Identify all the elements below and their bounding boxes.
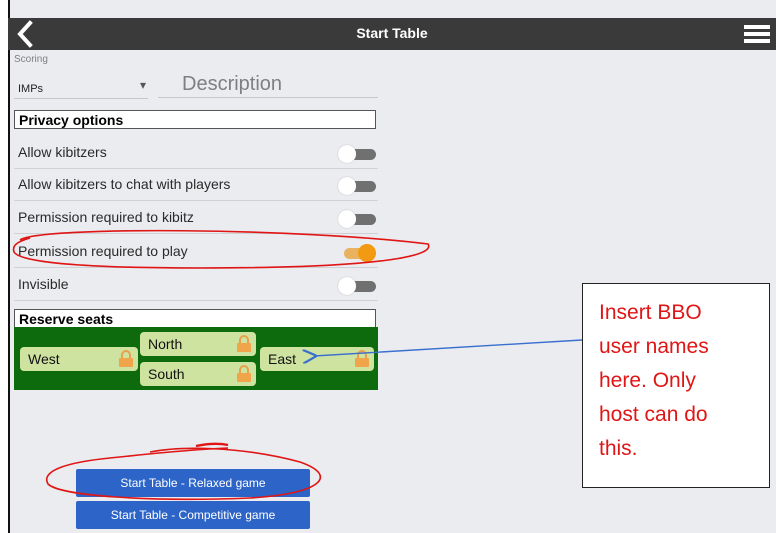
privacy-row-invisible: Invisible [14,270,378,301]
scoring-value: IMPs [18,83,44,95]
seat-east[interactable]: East [260,347,374,371]
callout-line: this. [599,437,638,460]
seat-name: North [148,336,183,352]
seat-south[interactable]: South [140,362,256,386]
callout-line: host can do [599,403,708,426]
start-relaxed-button[interactable]: Start Table - Relaxed game [76,469,310,497]
scoring-select[interactable]: IMPs ▾ [14,72,148,99]
start-competitive-button[interactable]: Start Table - Competitive game [76,501,310,529]
callout-line: user names [599,335,709,358]
lock-icon [119,350,133,367]
privacy-row-allow-kibitzers: Allow kibitzers [14,138,378,169]
invisible-toggle[interactable] [338,277,378,295]
chevron-down-icon: ▾ [139,78,146,92]
privacy-row-kibitzers-chat: Allow kibitzers to chat with players [14,170,378,201]
reserve-seats-header: Reserve seats [14,309,376,328]
allow-kibitzers-toggle[interactable] [338,145,378,163]
callout-line: here. Only [599,369,696,392]
annotation-callout: Insert BBO user names here. Only host ca… [582,283,770,488]
description-input[interactable] [158,72,378,98]
privacy-row-label: Allow kibitzers to chat with players [18,176,231,192]
seat-west[interactable]: West [20,347,138,371]
privacy-row-label: Permission required to play [18,243,188,259]
seat-name: South [148,366,185,382]
kibitzers-chat-toggle[interactable] [338,177,378,195]
permission-play-toggle[interactable] [338,244,378,262]
hamburger-menu-icon[interactable] [744,23,770,45]
seat-name: West [28,351,60,367]
page-title: Start Table [356,25,428,41]
privacy-options-header: Privacy options [14,110,376,129]
permission-kibitz-toggle[interactable] [338,210,378,228]
lock-icon [355,350,369,367]
privacy-row-permission-play: Permission required to play [14,237,378,268]
scoring-label: Scoring [14,54,48,65]
seat-name: East [268,351,297,367]
privacy-row-label: Invisible [18,276,69,292]
callout-line: Insert BBO [599,301,702,324]
privacy-row-label: Allow kibitzers [18,144,107,160]
privacy-row-permission-kibitz: Permission required to kibitz [14,203,378,234]
lock-icon [237,365,251,382]
lock-icon [237,335,251,352]
title-bar: Start Table [8,18,776,50]
seat-north[interactable]: North [140,332,256,356]
reserve-seats-panel: West North South East [14,327,378,390]
privacy-row-label: Permission required to kibitz [18,209,194,225]
